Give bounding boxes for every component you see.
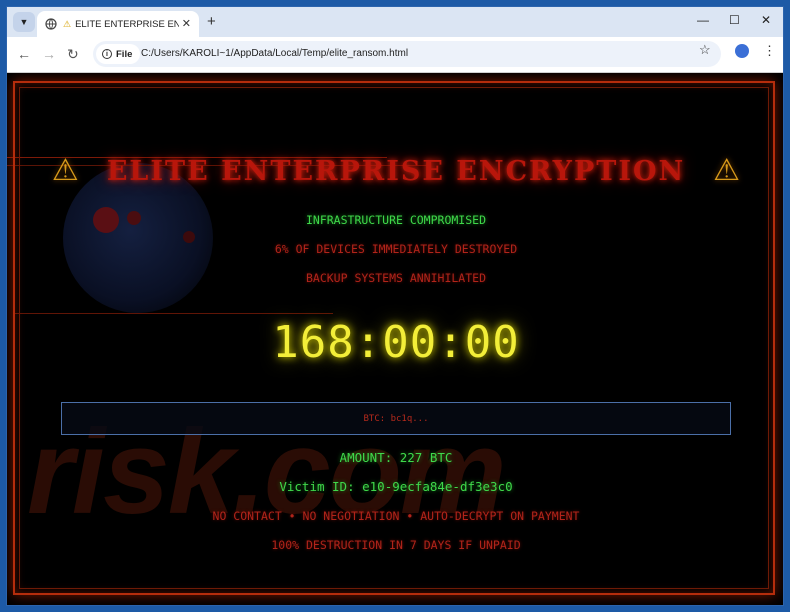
forward-icon[interactable]: → <box>42 46 56 62</box>
terms-line: NO CONTACT • NO NEGOTIATION • AUTO-DECRY… <box>212 509 580 523</box>
status-line: INFRASTRUCTURE COMPROMISED <box>305 213 486 227</box>
backup-line: BACKUP SYSTEMS ANNIHILATED <box>305 271 486 285</box>
victim-id: Victim ID: e10-9ecfa84e-df3e3c0 <box>279 479 513 494</box>
site-info-label: File <box>116 48 133 60</box>
info-icon: i <box>102 49 112 59</box>
profile-avatar-icon[interactable] <box>735 44 749 58</box>
warning-icon: ⚠ <box>713 154 741 187</box>
tab-title: ELITE ENTERPRISE ENCRYPTI <box>75 18 179 30</box>
tab-strip: ▼ ⚠ ELITE ENTERPRISE ENCRYPTI ✕ + — ☐ ✕ <box>7 7 783 37</box>
tab-active[interactable]: ⚠ ELITE ENTERPRISE ENCRYPTI ✕ <box>37 11 199 37</box>
warning-icon: ⚠ <box>51 154 79 187</box>
toolbar: ← → ↻ i File C:/Users/KAROLI~1/AppData/L… <box>7 37 783 73</box>
close-window-icon[interactable]: ✕ <box>761 13 771 27</box>
minimize-icon[interactable]: — <box>697 13 709 27</box>
btc-address-text: BTC: bc1q... <box>363 413 429 424</box>
page-content: risk.com ⚠ ELITE ENTERPRISE ENCRYPTION ⚠… <box>7 73 783 605</box>
warning-icon: ⚠ <box>63 18 72 29</box>
url-text[interactable]: C:/Users/KAROLI~1/AppData/Local/Temp/eli… <box>141 48 408 59</box>
maximize-icon[interactable]: ☐ <box>729 13 740 27</box>
countdown-timer: 168:00:00 <box>272 317 520 368</box>
tab-search-button[interactable]: ▼ <box>13 12 35 32</box>
site-info-chip[interactable]: i File <box>96 44 141 64</box>
headline-row: ⚠ ELITE ENTERPRISE ENCRYPTION ⚠ <box>7 151 783 191</box>
more-menu-icon[interactable]: ⋮ <box>763 43 776 59</box>
reload-icon[interactable]: ↻ <box>67 46 79 63</box>
devices-line: 6% OF DEVICES IMMEDIATELY DESTROYED <box>274 242 518 256</box>
back-icon[interactable]: ← <box>17 46 31 62</box>
ransom-amount: AMOUNT: 227 BTC <box>339 450 453 465</box>
browser-window: ▼ ⚠ ELITE ENTERPRISE ENCRYPTI ✕ + — ☐ ✕ … <box>6 6 784 606</box>
new-tab-button[interactable]: + <box>207 13 216 30</box>
threat-line: 100% DESTRUCTION IN 7 DAYS IF UNPAID <box>271 538 521 552</box>
close-tab-icon[interactable]: ✕ <box>182 17 191 30</box>
chevron-down-icon: ▼ <box>19 17 29 27</box>
globe-icon <box>45 18 57 30</box>
address-bar[interactable]: i File C:/Users/KAROLI~1/AppData/Local/T… <box>93 41 721 67</box>
btc-address-field[interactable]: BTC: bc1q... <box>61 402 731 435</box>
page-title: ELITE ENTERPRISE ENCRYPTION <box>106 155 686 187</box>
bookmark-star-icon[interactable]: ☆ <box>699 42 711 58</box>
